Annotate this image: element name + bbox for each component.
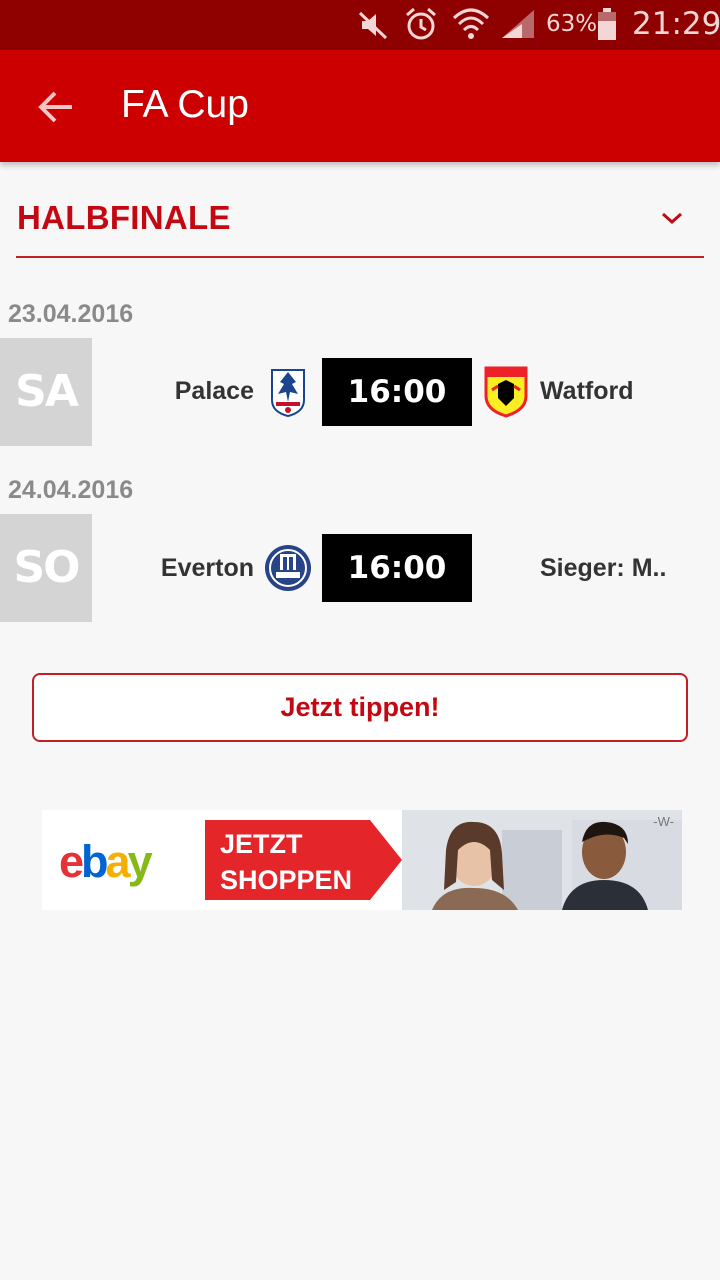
chevron-down-icon bbox=[662, 212, 682, 225]
watford-crest-icon bbox=[484, 366, 528, 418]
match-date: 24.04.2016 bbox=[8, 476, 134, 504]
ad-mark: -W- bbox=[653, 814, 674, 829]
ad-banner[interactable]: ebay JETZT SHOPPEN -W- bbox=[42, 810, 682, 910]
ad-cta-line1: JETZT bbox=[220, 829, 303, 859]
ad-cta-text: JETZT SHOPPEN bbox=[220, 826, 352, 898]
back-button[interactable] bbox=[22, 78, 90, 136]
match-date: 23.04.2016 bbox=[8, 300, 134, 328]
app-bar: FA Cup bbox=[0, 50, 720, 162]
round-label: HALBFINALE bbox=[17, 199, 231, 236]
wifi-icon bbox=[452, 8, 490, 39]
home-team-name: Everton bbox=[160, 554, 254, 582]
everton-crest-icon bbox=[265, 545, 311, 591]
status-bar: 63% 21:29 bbox=[0, 0, 720, 50]
ad-photo-image bbox=[402, 810, 682, 910]
alarm-icon bbox=[406, 7, 436, 40]
round-selector[interactable]: HALBFINALE bbox=[16, 190, 704, 258]
signal-icon bbox=[502, 10, 534, 38]
battery-percent: 63% bbox=[546, 11, 598, 37]
match-day-badge: SO bbox=[0, 514, 92, 622]
battery-icon bbox=[598, 8, 616, 40]
status-clock: 21:29 bbox=[632, 6, 720, 42]
mute-icon bbox=[358, 11, 388, 40]
page-title: FA Cup bbox=[121, 83, 249, 126]
away-team-name: Watford bbox=[540, 377, 634, 405]
match-day-badge: SA bbox=[0, 338, 92, 446]
arrow-back-icon bbox=[38, 91, 72, 123]
kickoff-time: 16:00 bbox=[322, 358, 472, 426]
ebay-logo: ebay bbox=[59, 836, 153, 887]
submit-tip-button[interactable]: Jetzt tippen! bbox=[32, 673, 688, 742]
ad-cta-line2: SHOPPEN bbox=[220, 865, 353, 895]
kickoff-time: 16:00 bbox=[322, 534, 472, 602]
away-team-name: Sieger: M.. bbox=[540, 554, 667, 582]
crystal-palace-crest-icon bbox=[271, 369, 305, 418]
home-team-name: Palace bbox=[174, 377, 254, 405]
ebay-logo-area: ebay bbox=[42, 810, 207, 910]
